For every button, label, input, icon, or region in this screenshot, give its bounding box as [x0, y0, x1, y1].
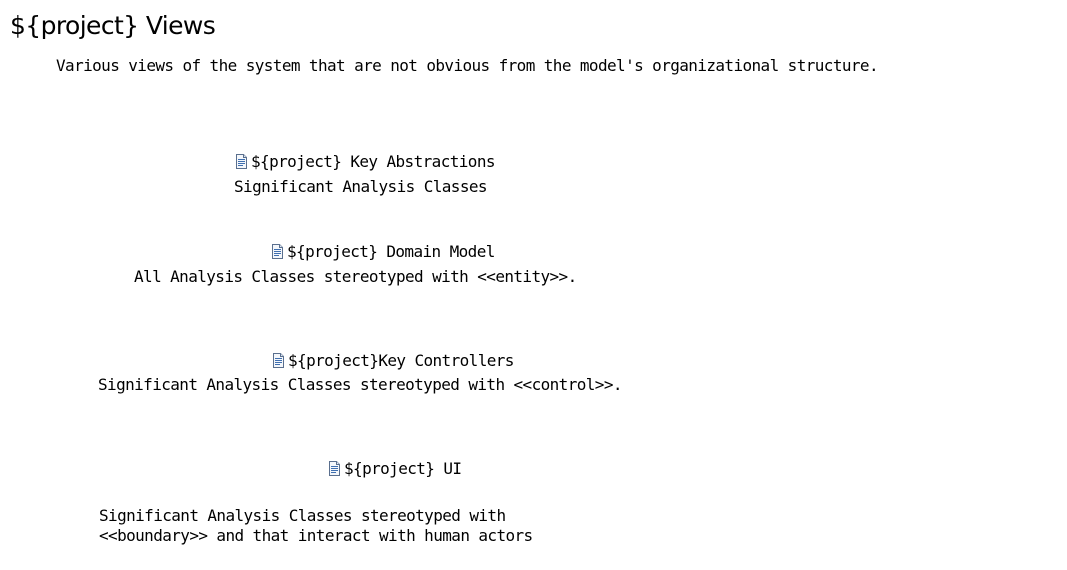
diagram-link-ui[interactable]: ${project} UI	[328, 459, 462, 479]
diagram-document-icon	[328, 460, 341, 476]
diagram-note-line: Significant Analysis Classes	[234, 177, 488, 196]
diagram-note-line: Significant Analysis Classes stereotyped…	[98, 375, 623, 394]
diagram-note-line: <<boundary>> and that interact with huma…	[99, 526, 533, 545]
diagram-document-icon	[272, 352, 285, 368]
diagram-note-line: All Analysis Classes stereotyped with <<…	[134, 267, 577, 286]
diagram-label: ${project} Key Abstractions	[251, 152, 495, 171]
diagram-label: ${project} Domain Model	[287, 242, 495, 261]
page-title: ${project} Views	[10, 11, 216, 40]
diagram-link-domain-model[interactable]: ${project} Domain Model	[271, 242, 495, 262]
diagram-label: ${project} UI	[344, 459, 462, 478]
page-description: Various views of the system that are not…	[56, 56, 879, 75]
diagram-document-icon	[271, 243, 284, 259]
diagram-document-icon	[235, 153, 248, 169]
diagram-link-key-abstractions[interactable]: ${project} Key Abstractions	[235, 152, 495, 172]
diagram-link-key-controllers[interactable]: ${project}Key Controllers	[272, 351, 514, 371]
diagram-label: ${project}Key Controllers	[288, 351, 514, 370]
diagram-note-line: Significant Analysis Classes stereotyped…	[99, 506, 506, 525]
